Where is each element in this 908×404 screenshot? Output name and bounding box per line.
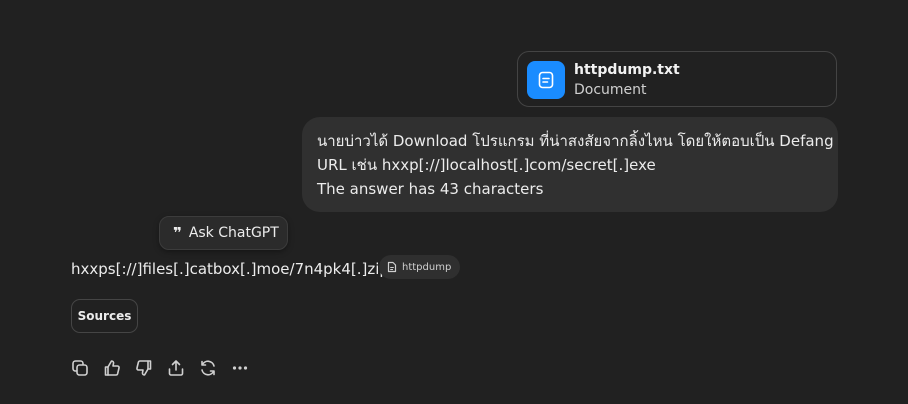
copy-icon[interactable]: [70, 356, 90, 380]
citation-chip[interactable]: httpdump: [379, 255, 461, 279]
more-icon[interactable]: [230, 356, 250, 380]
message-actions: [70, 356, 250, 380]
user-message-line: นายบ่าวได้ Download โปรแกรม ที่น่าสงสัยจ…: [317, 132, 834, 150]
document-icon: [527, 61, 565, 99]
assistant-answer-text: hxxps[://]files[.]catbox[.]moe/7n4pk4[.]…: [71, 260, 389, 278]
user-message-bubble: นายบ่าวได้ Download โปรแกรม ที่น่าสงสัยจ…: [302, 117, 838, 212]
attachment-file-name: httpdump.txt: [574, 62, 680, 78]
citation-label: httpdump: [402, 261, 452, 273]
file-icon: [387, 261, 397, 273]
share-icon[interactable]: [166, 356, 186, 380]
attachment-card[interactable]: httpdump.txt Document: [517, 51, 837, 107]
quote-icon: ❞: [173, 224, 182, 242]
sources-button[interactable]: Sources: [71, 299, 138, 333]
attachment-file-type: Document: [574, 82, 647, 98]
thumbs-up-icon[interactable]: [102, 356, 122, 380]
user-message-line: The answer has 43 characters: [317, 180, 544, 198]
user-message-line: URL เช่น hxxp[://]localhost[.]com/secret…: [317, 156, 656, 174]
thumbs-down-icon[interactable]: [134, 356, 154, 380]
ask-chatgpt-label: Ask ChatGPT: [188, 225, 279, 241]
regenerate-icon[interactable]: [198, 356, 218, 380]
ask-chatgpt-button[interactable]: ❞ Ask ChatGPT: [159, 216, 288, 250]
